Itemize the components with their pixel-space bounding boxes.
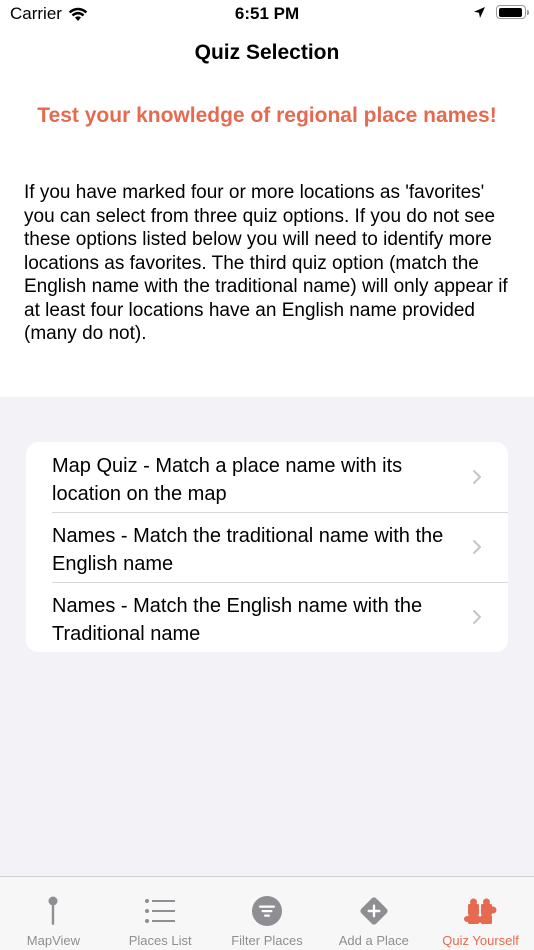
filter-icon	[251, 896, 282, 926]
tab-label: Filter Places	[231, 933, 303, 948]
quiz-option-traditional-to-english[interactable]: Names - Match the traditional name with …	[26, 512, 508, 582]
tab-places-list[interactable]: Places List	[107, 877, 214, 950]
quiz-option-map[interactable]: Map Quiz - Match a place name with its l…	[26, 442, 508, 512]
description-text: If you have marked four or more location…	[24, 182, 508, 344]
list-icon	[145, 899, 176, 923]
tab-label: Places List	[128, 933, 192, 948]
tab-filter-places[interactable]: Filter Places	[214, 877, 321, 950]
quiz-option-label: Names - Match the English name with the …	[52, 595, 423, 645]
page-title: Quiz Selection	[194, 41, 340, 64]
tab-add-place[interactable]: Add a Place	[320, 877, 427, 950]
status-time: 6:51 PM	[234, 4, 300, 23]
map-pin-icon	[48, 896, 58, 925]
headline: Test your knowledge of regional place na…	[37, 104, 497, 127]
tab-bar: MapView Places List Filter Places Add a …	[0, 876, 534, 950]
tab-quiz-yourself[interactable]: Quiz Yourself	[427, 877, 534, 950]
quiz-options-list: Map Quiz - Match a place name with its l…	[26, 442, 508, 652]
puzzle-icon	[463, 898, 497, 924]
quiz-option-english-to-traditional[interactable]: Names - Match the English name with the …	[26, 582, 508, 652]
chevron-right-icon	[473, 610, 481, 624]
tab-label: Add a Place	[338, 933, 409, 948]
chevron-right-icon	[473, 470, 481, 484]
add-diamond-icon	[360, 897, 388, 925]
location-arrow-icon	[474, 6, 485, 18]
quiz-option-label: Names - Match the traditional name with …	[52, 525, 444, 575]
status-bar: Carrier 6:51 PM	[0, 0, 534, 28]
status-right-group	[473, 5, 529, 19]
tab-label: MapView	[26, 933, 81, 948]
tab-label: Quiz Yourself	[442, 933, 519, 948]
chevron-right-icon	[473, 540, 481, 554]
tab-mapview[interactable]: MapView	[0, 877, 107, 950]
quiz-option-label: Map Quiz - Match a place name with its l…	[52, 455, 403, 505]
battery-icon	[496, 5, 529, 19]
battery-level	[498, 7, 522, 17]
